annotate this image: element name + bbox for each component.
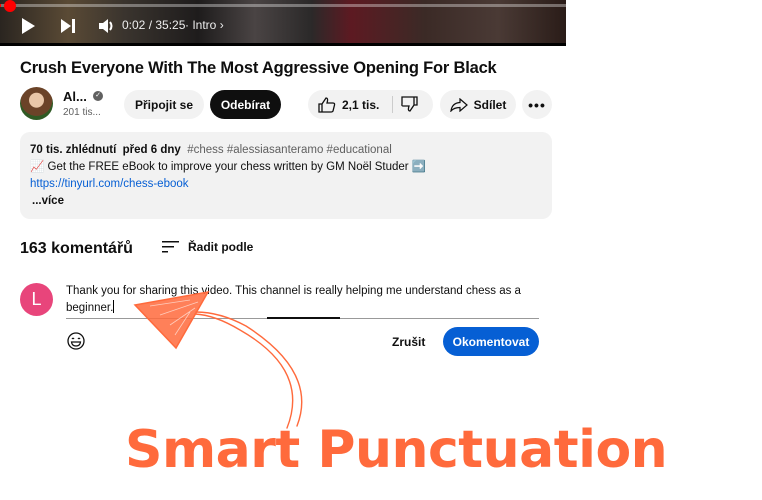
chevron-right-icon: › [219,18,224,32]
input-focus-indicator [267,317,340,319]
share-label: Sdílet [473,97,507,112]
comment-input[interactable]: Thank you for sharing this video. This c… [66,283,541,317]
progress-fill [0,4,1,7]
chapter-label: Intro [192,18,217,32]
upload-date: před 6 dny [122,144,181,156]
share-button[interactable]: Sdílet [440,90,516,119]
more-actions-button[interactable]: ••• [522,90,552,119]
text-caret [113,300,115,313]
next-icon [61,19,75,33]
channel-name[interactable]: Al... [63,89,87,104]
channel-avatar[interactable] [20,87,53,120]
like-button[interactable]: 2,1 tis. [318,96,380,113]
play-button[interactable] [20,16,36,36]
chapter-button[interactable]: · Intro › [185,18,224,32]
sort-button[interactable]: Řadit podle [162,240,253,254]
sort-icon [162,241,179,253]
next-button[interactable] [60,16,76,36]
subscribe-button[interactable]: Odebírat [210,90,281,119]
like-count: 2,1 tis. [342,97,380,112]
volume-button[interactable] [98,16,116,36]
thumbs-up-icon [318,96,336,113]
progress-bar[interactable] [0,0,566,12]
description-line: 📈 Get the FREE eBook to improve your che… [30,161,427,173]
annotation-caption: Smart Punctuation [125,420,668,480]
video-player[interactable]: 0:02 / 35:25 · Intro › [0,0,566,46]
view-count: 70 tis. zhlédnutí [30,144,117,156]
divider [392,96,393,113]
more-icon: ••• [528,96,546,113]
thumbs-down-icon [401,96,418,112]
subscriber-count: 201 tis... [63,107,101,118]
scrubber-handle[interactable] [4,0,16,12]
show-more-link[interactable]: ...více [30,193,542,210]
video-title: Crush Everyone With The Most Aggressive … [20,59,497,77]
ebook-link[interactable]: https://tinyurl.com/chess-ebook [30,176,542,193]
sort-label: Řadit podle [188,240,254,254]
user-avatar: L [20,283,53,316]
emoji-icon [67,332,85,350]
hashtags[interactable]: #chess #alessiasanteramo #educational [187,144,392,156]
description-meta: 70 tis. zhlédnutí před 6 dny #chess #ale… [30,142,542,159]
emoji-button[interactable] [67,332,85,350]
comments-count: 163 komentářů [20,240,133,257]
play-icon [22,18,35,34]
cancel-button[interactable]: Zrušit [392,335,425,349]
volume-icon [99,19,113,33]
submit-comment-button[interactable]: Okomentovat [443,327,539,356]
like-dislike-group: 2,1 tis. [308,90,433,119]
dislike-button[interactable] [401,96,419,115]
comment-draft: Thank you for sharing this video. This c… [66,285,521,314]
description-box[interactable]: 70 tis. zhlédnutí před 6 dny #chess #ale… [20,132,552,219]
share-icon [449,97,468,112]
verified-icon: ✓ [93,91,103,101]
join-button[interactable]: Připojit se [124,90,204,119]
time-display: 0:02 / 35:25 [122,18,186,32]
